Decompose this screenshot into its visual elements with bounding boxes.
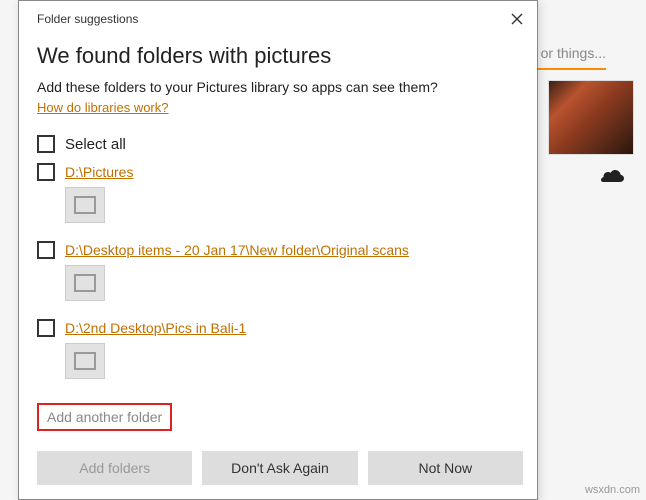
folder-suggestions-dialog: Folder suggestions We found folders with… <box>18 0 538 500</box>
folder-item: D:\2nd Desktop\Pics in Bali-1 <box>37 319 519 379</box>
select-all-label: Select all <box>65 136 126 153</box>
select-all-row: Select all <box>37 135 519 153</box>
folder-thumbnail[interactable] <box>65 343 105 379</box>
watermark-text: wsxdn.com <box>585 484 640 496</box>
stacked-photos-icon <box>76 198 94 212</box>
close-button[interactable] <box>507 9 527 29</box>
help-link[interactable]: How do libraries work? <box>37 100 169 115</box>
folder-thumbnail[interactable] <box>65 187 105 223</box>
close-icon <box>511 13 523 25</box>
dialog-headline: We found folders with pictures <box>37 43 519 69</box>
dialog-body: We found folders with pictures Add these… <box>19 33 537 441</box>
dialog-title: Folder suggestions <box>37 12 138 26</box>
folder-path-link[interactable]: D:\2nd Desktop\Pics in Bali-1 <box>65 320 246 336</box>
folder-path-link[interactable]: D:\Pictures <box>65 164 133 180</box>
select-all-checkbox[interactable] <box>37 135 55 153</box>
add-folders-button[interactable]: Add folders <box>37 451 192 485</box>
stacked-photos-icon <box>76 354 94 368</box>
folder-path-link[interactable]: D:\Desktop items - 20 Jan 17\New folder\… <box>65 242 409 258</box>
dialog-titlebar: Folder suggestions <box>19 1 537 33</box>
folder-checkbox[interactable] <box>37 319 55 337</box>
folder-item: D:\Pictures <box>37 163 519 223</box>
dialog-footer: Add folders Don't Ask Again Not Now <box>19 441 537 499</box>
folder-checkbox[interactable] <box>37 241 55 259</box>
folder-thumbnail[interactable] <box>65 265 105 301</box>
search-underline <box>526 68 606 70</box>
photo-thumbnail[interactable] <box>548 80 634 155</box>
not-now-button[interactable]: Not Now <box>368 451 523 485</box>
stacked-photos-icon <box>76 276 94 290</box>
dialog-subtext: Add these folders to your Pictures libra… <box>37 79 519 95</box>
folder-checkbox[interactable] <box>37 163 55 181</box>
dont-ask-again-button[interactable]: Don't Ask Again <box>202 451 357 485</box>
folder-item: D:\Desktop items - 20 Jan 17\New folder\… <box>37 241 519 301</box>
onedrive-cloud-icon <box>600 168 626 186</box>
add-another-folder-link[interactable]: Add another folder <box>37 403 172 431</box>
